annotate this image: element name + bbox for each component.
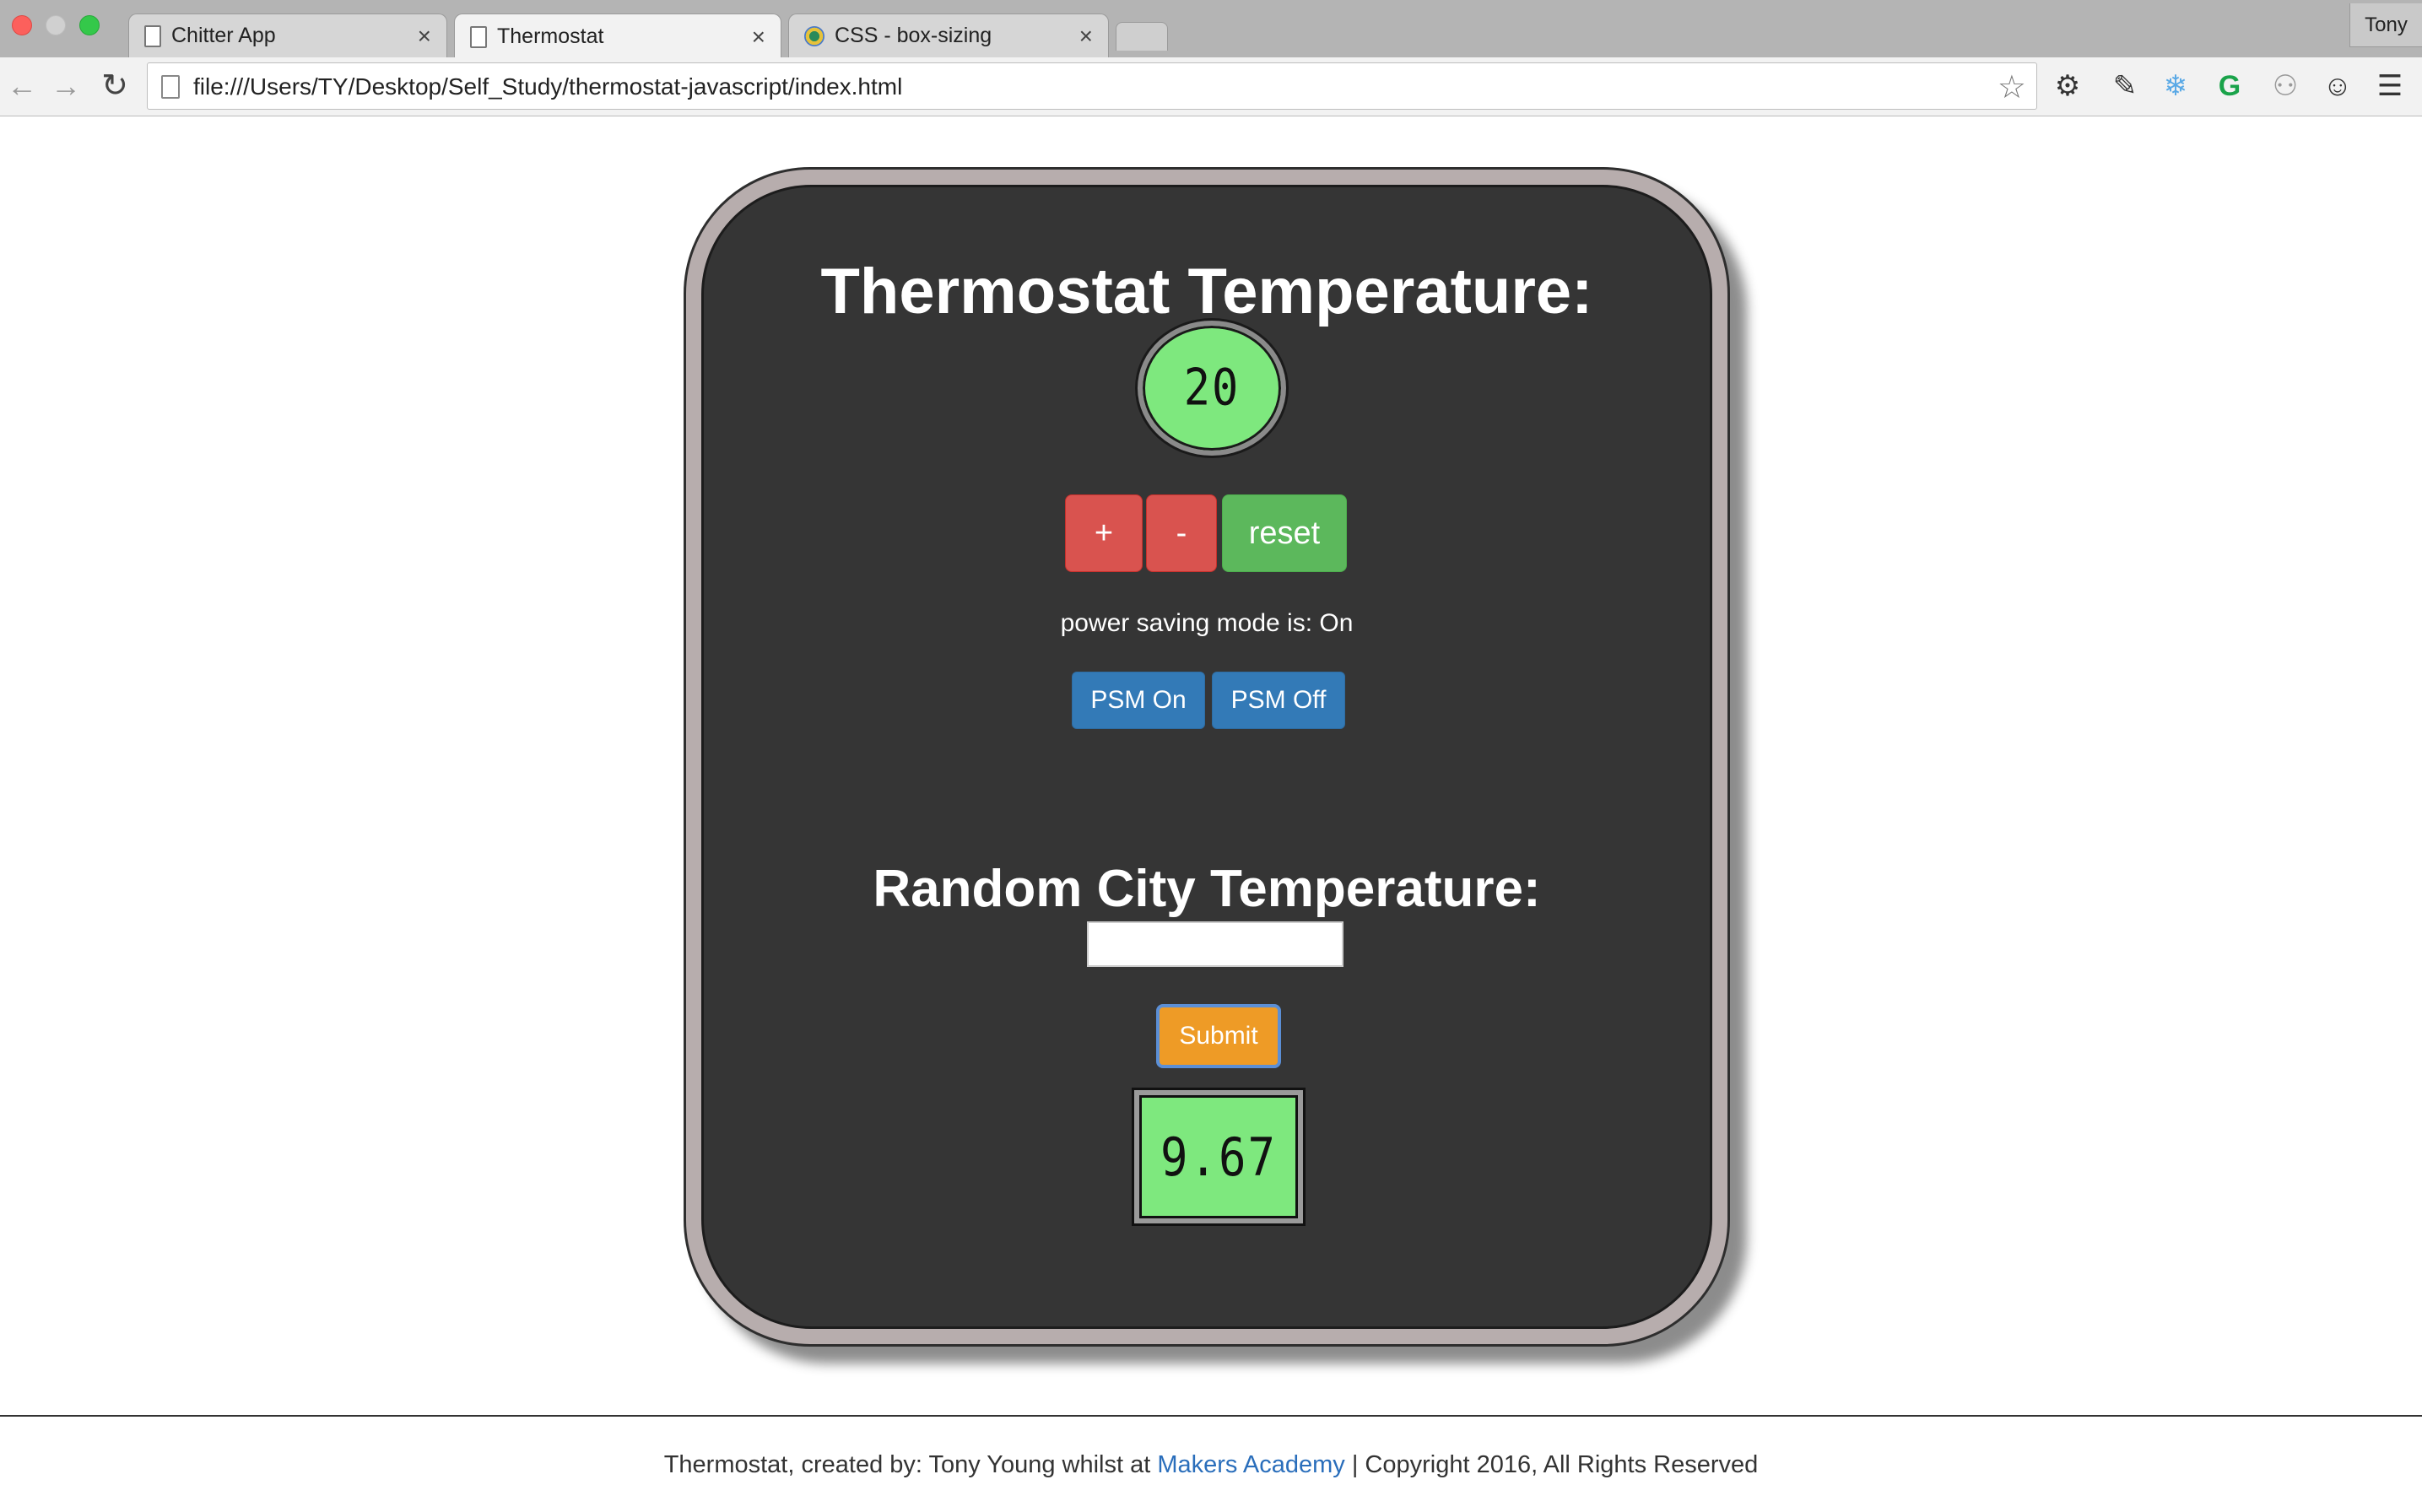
page-icon — [144, 24, 161, 47]
city-temperature-title: Random City Temperature: — [873, 860, 1541, 918]
close-icon[interactable]: × — [418, 23, 431, 50]
thermostat-panel: Thermostat Temperature: 20 + - reset pow… — [701, 185, 1712, 1329]
thermostat-title: Thermostat Temperature: — [820, 256, 1593, 327]
tab-bar: Chitter App × Thermostat × CSS - box-siz… — [0, 0, 2422, 59]
bookmark-star-icon[interactable]: ☆ — [1998, 68, 2026, 106]
tab-chitter-app[interactable]: Chitter App × — [128, 14, 447, 57]
psm-label: power saving mode is: — [1060, 609, 1313, 637]
eyedropper-icon[interactable]: ✎ — [2106, 68, 2144, 105]
tab-title: Chitter App — [171, 24, 276, 47]
page-icon — [161, 75, 180, 99]
thermostat-device: Thermostat Temperature: 20 + - reset pow… — [684, 167, 1730, 1347]
footer-copyright: | Copyright 2016, All Rights Reserved — [1351, 1451, 1759, 1478]
submit-button[interactable]: Submit — [1156, 1004, 1281, 1068]
grammarly-icon[interactable]: G — [2211, 68, 2248, 105]
makers-academy-link[interactable]: Makers Academy — [1157, 1451, 1344, 1478]
page-icon — [470, 25, 487, 48]
profile-button[interactable]: Tony — [2349, 3, 2422, 47]
city-input[interactable] — [1087, 921, 1343, 967]
minimize-window-button[interactable] — [46, 15, 66, 35]
zoom-window-button[interactable] — [79, 15, 100, 35]
temperature-display: 20 — [1138, 321, 1286, 456]
reload-icon[interactable]: ↻ — [98, 69, 132, 103]
footer-credit: Thermostat, created by: Tony Young whils… — [663, 1451, 1151, 1478]
site-favicon-icon — [804, 25, 824, 46]
menu-icon[interactable]: ☰ — [2371, 68, 2408, 105]
url-text[interactable]: file:///Users/TY/Desktop/Self_Study/ther… — [193, 73, 902, 100]
close-icon[interactable]: × — [752, 24, 765, 51]
psm-on-button[interactable]: PSM On — [1072, 672, 1205, 729]
psm-off-button[interactable]: PSM Off — [1212, 672, 1345, 729]
power-saving-status: power saving mode is: On — [704, 609, 1710, 638]
panda-extension-icon[interactable]: ☺ — [2319, 68, 2356, 105]
forward-icon[interactable]: → — [49, 69, 83, 103]
psm-state: On — [1319, 609, 1354, 637]
back-icon[interactable]: ← — [5, 69, 39, 103]
address-bar[interactable]: file:///Users/TY/Desktop/Self_Study/ther… — [147, 62, 2037, 110]
footer: Thermostat, created by: Tony Young whils… — [0, 1451, 2422, 1479]
decrease-button[interactable]: - — [1146, 494, 1217, 572]
tab-thermostat[interactable]: Thermostat × — [454, 14, 781, 59]
close-icon[interactable]: × — [1079, 23, 1093, 50]
tab-title: CSS - box-sizing — [835, 24, 992, 47]
close-window-button[interactable] — [12, 15, 32, 35]
tab-title: Thermostat — [497, 24, 604, 48]
share-extension-icon[interactable]: ⚇ — [2267, 68, 2304, 105]
increase-button[interactable]: + — [1065, 494, 1143, 572]
temperature-value: 20 — [1183, 359, 1241, 418]
settings-icon[interactable]: ⚙ — [2049, 68, 2086, 105]
city-temperature-value: 9.67 — [1160, 1126, 1278, 1188]
footer-divider — [0, 1415, 2422, 1417]
tab-css-box-sizing[interactable]: CSS - box-sizing × — [788, 14, 1109, 57]
reset-button[interactable]: reset — [1222, 494, 1347, 572]
city-temperature-display: 9.67 — [1134, 1090, 1303, 1223]
new-tab-button[interactable] — [1116, 22, 1168, 51]
snowflake-extension-icon[interactable]: ❄ — [2157, 68, 2194, 105]
